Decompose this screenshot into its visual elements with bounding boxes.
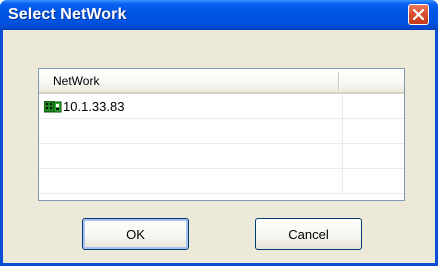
network-list[interactable]: NetWork 10.1.33.83 bbox=[38, 68, 405, 201]
cell-divider bbox=[342, 119, 343, 144]
column-header-network[interactable]: NetWork bbox=[53, 74, 99, 88]
cell-divider bbox=[342, 144, 343, 169]
list-item[interactable] bbox=[39, 169, 404, 194]
cell-divider bbox=[342, 169, 343, 194]
list-item[interactable] bbox=[39, 119, 404, 144]
title-bar[interactable]: Select NetWork bbox=[0, 0, 438, 30]
network-card-icon bbox=[43, 100, 62, 118]
close-button[interactable] bbox=[408, 4, 429, 25]
network-address: 10.1.33.83 bbox=[63, 99, 125, 114]
dialog-title: Select NetWork bbox=[8, 6, 127, 23]
list-item[interactable] bbox=[39, 144, 404, 169]
column-divider[interactable] bbox=[338, 72, 339, 90]
ok-button[interactable]: OK bbox=[82, 218, 189, 250]
close-icon bbox=[413, 9, 424, 20]
select-network-dialog: Select NetWork NetWork 10.1.33.83 OK Can… bbox=[0, 0, 438, 266]
cell-divider bbox=[342, 94, 343, 119]
cancel-button[interactable]: Cancel bbox=[255, 218, 362, 250]
list-item[interactable]: 10.1.33.83 bbox=[39, 94, 404, 119]
list-header: NetWork bbox=[39, 69, 404, 94]
